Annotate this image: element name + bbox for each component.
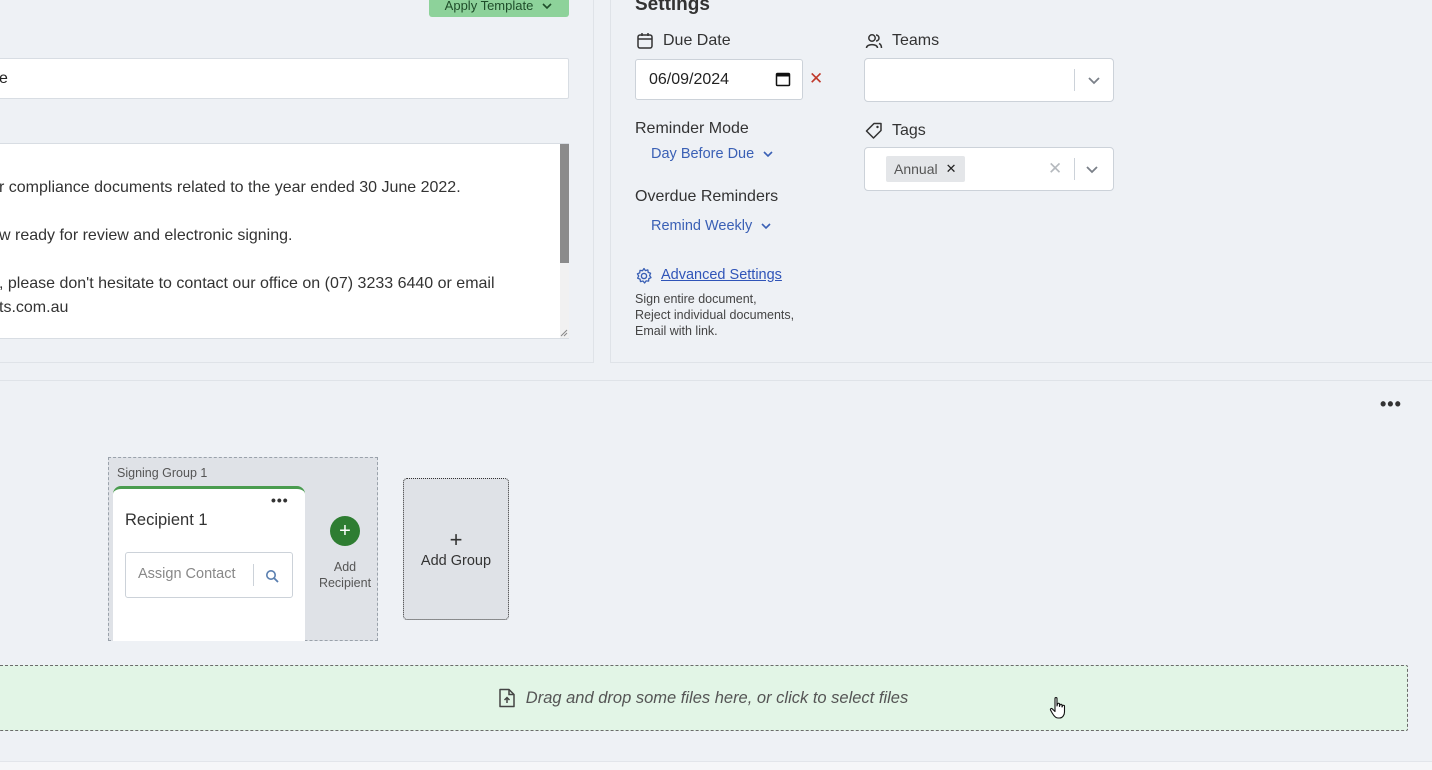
reminder-mode-dropdown[interactable]: Day Before Due <box>651 146 774 162</box>
message-line: w ready for review and electronic signin… <box>0 227 293 244</box>
tags-label: Tags <box>892 122 926 139</box>
add-group-button[interactable]: + Add Group <box>403 478 509 620</box>
teams-label: Teams <box>892 32 940 49</box>
apply-template-label: Apply Template <box>444 0 534 13</box>
chevron-down-icon <box>542 2 552 9</box>
chevron-down-icon <box>763 151 773 158</box>
tag-chip: Annual ✕ <box>886 156 965 182</box>
message-textarea[interactable]: r compliance documents related to the ye… <box>0 143 569 339</box>
message-line: , please don't hesitate to contact our o… <box>0 275 495 292</box>
teams-select[interactable] <box>864 58 1114 102</box>
clear-tags-button[interactable]: ✕ <box>1048 159 1062 179</box>
reminder-mode-value: Day Before Due <box>651 146 755 162</box>
subject-value: e <box>0 70 8 88</box>
tag-chip-label: Annual <box>894 161 938 177</box>
recipient-title: Recipient 1 <box>125 511 208 529</box>
tag-remove-button[interactable]: ✕ <box>946 161 957 177</box>
overdue-reminders-dropdown[interactable]: Remind Weekly <box>651 218 772 234</box>
add-recipient-label-line: Recipient <box>318 576 372 590</box>
add-group-label: Add Group <box>420 553 492 569</box>
settings-title: Settings <box>635 0 710 15</box>
add-recipient-button[interactable]: + <box>330 516 360 546</box>
resize-grip-icon[interactable] <box>560 329 568 337</box>
overdue-reminders-label: Overdue Reminders <box>635 188 779 205</box>
calendar-icon <box>637 33 653 49</box>
select-separator <box>1074 158 1075 180</box>
dropzone-text: Drag and drop some files here, or click … <box>525 688 909 707</box>
tag-icon <box>865 122 882 139</box>
message-scrollbar-thumb[interactable] <box>560 144 569 263</box>
more-options-button[interactable]: ••• <box>1380 394 1402 415</box>
clear-date-button[interactable]: ✕ <box>809 69 823 89</box>
advanced-settings-desc: Reject individual documents, <box>635 308 795 322</box>
signing-group-label: Signing Group 1 <box>117 466 208 480</box>
message-line: r compliance documents related to the ye… <box>0 179 461 196</box>
chevron-down-icon[interactable] <box>1085 162 1099 176</box>
subject-input[interactable]: e <box>0 58 569 99</box>
search-icon[interactable] <box>265 569 279 583</box>
advanced-settings-link[interactable]: Advanced Settings <box>661 267 782 283</box>
add-recipient-label-line: Add <box>333 560 357 574</box>
input-separator <box>253 564 254 586</box>
apply-template-button[interactable]: Apply Template <box>429 0 569 17</box>
chevron-down-icon[interactable] <box>1087 73 1101 87</box>
plus-icon: + <box>339 519 351 542</box>
reminder-mode-label: Reminder Mode <box>635 120 749 137</box>
date-picker-icon[interactable] <box>775 71 791 87</box>
assign-contact-placeholder: Assign Contact <box>138 566 236 582</box>
gear-icon <box>636 267 652 284</box>
add-recipient-label: Add Recipient <box>315 559 375 591</box>
plus-icon: + <box>449 527 463 552</box>
chevron-down-icon <box>761 223 771 230</box>
due-date-value: 06/09/2024 <box>649 70 730 88</box>
overdue-reminders-value: Remind Weekly <box>651 218 753 234</box>
team-icon <box>865 34 883 49</box>
hand-cursor-icon <box>1049 697 1066 719</box>
file-dropzone[interactable]: Drag and drop some files here, or click … <box>0 665 1408 731</box>
footer-strip <box>0 761 1432 770</box>
message-line: ts.com.au <box>0 299 69 316</box>
recipient-more-button[interactable]: ••• <box>271 492 289 508</box>
select-separator <box>1074 69 1075 91</box>
due-date-label: Due Date <box>663 32 731 49</box>
file-upload-icon <box>499 688 515 708</box>
advanced-settings-desc: Sign entire document, <box>635 292 757 306</box>
advanced-settings-desc: Email with link. <box>635 324 718 338</box>
